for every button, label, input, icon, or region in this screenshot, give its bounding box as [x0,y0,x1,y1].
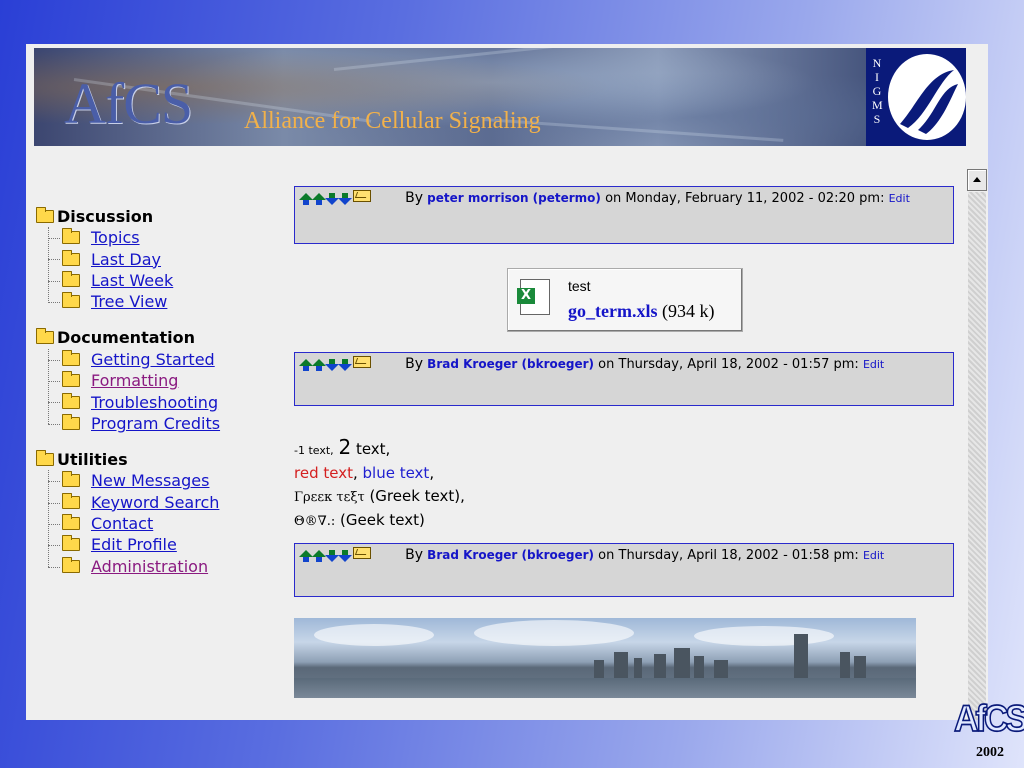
greek-text: Γρεεκ τεξτ [294,490,365,505]
envelope-icon[interactable] [353,355,371,368]
city-skyline-image [294,618,916,698]
nav-section-title: Discussion [57,206,154,226]
banner-title: Alliance for Cellular Signaling [244,108,541,134]
nav-link-last-week[interactable]: Last Week [91,271,173,290]
folder-icon [62,556,80,573]
on-label: on [598,548,615,563]
author-link[interactable]: peter morrison (petermo) [427,191,601,205]
folder-icon [62,471,80,488]
nigms-logo: N I G M S [866,48,966,146]
nav-section-title: Documentation [57,328,196,348]
folder-icon [62,371,80,388]
attachment-file-link[interactable]: go_term.xls [568,301,657,321]
scrollbar-up-arrow[interactable] [967,169,987,191]
nav-section-title: Utilities [57,449,128,469]
on-label: on [598,357,615,372]
attachment-name: test [568,278,591,294]
footer-year: 2002 [976,745,1004,760]
nav-link-program-credits[interactable]: Program Credits [91,414,220,433]
folder-icon [62,535,80,552]
folder-icon [36,206,54,223]
arrow-down-icon[interactable] [338,192,352,205]
author-link[interactable]: Brad Kroeger (bkroeger) [427,357,594,371]
geek-text: Θ®∇.: [294,514,336,529]
envelope-icon[interactable] [353,189,371,202]
author-link[interactable]: Brad Kroeger (bkroeger) [427,548,594,562]
nav-link-contact[interactable]: Contact [91,514,153,533]
arrow-up-icon[interactable] [299,549,313,562]
arrow-up-icon[interactable] [312,549,326,562]
nav-link-new-messages[interactable]: New Messages [91,471,209,490]
envelope-icon[interactable] [353,546,371,559]
message-nav-arrows[interactable] [299,355,371,371]
folder-icon [62,349,80,366]
by-label: By [405,547,424,563]
afcs-footer-logo: AfCS [953,697,1024,740]
nav-section-documentation: Documentation Getting Started Formatting… [36,327,220,435]
folder-icon [62,514,80,531]
nav-section-discussion: Discussion Topics Last Day Last Week Tre… [36,205,220,313]
edit-link[interactable]: Edit [863,549,884,562]
folder-icon [62,249,80,266]
on-label: on [605,191,622,206]
folder-icon [62,228,80,245]
blue-text: blue text [362,464,430,482]
nav-link-formatting[interactable]: Formatting [91,371,178,390]
message-header: By Brad Kroeger (bkroeger) on Thursday, … [294,543,954,597]
afcs-banner: AfCS Alliance for Cellular Signaling [34,48,866,146]
attachment-box: X test go_term.xls (934 k) [507,268,743,332]
by-label: By [405,356,424,372]
message-date: Thursday, April 18, 2002 - 01:58 pm: [618,548,859,563]
nav-link-topics[interactable]: Topics [91,228,140,247]
arrow-up-icon[interactable] [299,358,313,371]
arrow-up-icon[interactable] [312,358,326,371]
folder-icon [62,413,80,430]
nav-link-edit-profile[interactable]: Edit Profile [91,535,177,554]
folder-icon [62,292,80,309]
folder-icon [36,328,54,345]
nav-link-getting-started[interactable]: Getting Started [91,350,215,369]
arrow-down-icon[interactable] [325,549,339,562]
edit-link[interactable]: Edit [863,358,884,371]
sidebar-nav: Discussion Topics Last Day Last Week Tre… [36,205,220,577]
nav-section-utilities: Utilities New Messages Keyword Search Co… [36,448,220,577]
afcs-logo: AfCS [64,71,193,136]
folder-icon [62,492,80,509]
scrollbar-track[interactable] [968,192,986,720]
edit-link[interactable]: Edit [889,192,910,205]
folder-icon [62,270,80,287]
message-nav-arrows[interactable] [299,546,371,562]
folder-icon [36,449,54,466]
message-nav-arrows[interactable] [299,189,371,205]
folder-icon [62,392,80,409]
arrow-down-icon[interactable] [325,358,339,371]
by-label: By [405,190,424,206]
arrow-up-icon[interactable] [299,192,313,205]
arrow-down-icon[interactable] [338,358,352,371]
message-date: Monday, February 11, 2002 - 02:20 pm: [625,191,885,206]
nav-link-last-day[interactable]: Last Day [91,250,161,269]
arrow-down-icon[interactable] [338,549,352,562]
nav-link-tree-view[interactable]: Tree View [91,292,167,311]
excel-file-icon: X [517,279,550,315]
nav-link-keyword-search[interactable]: Keyword Search [91,493,219,512]
message-date: Thursday, April 18, 2002 - 01:57 pm: [618,357,859,372]
message-header: By Brad Kroeger (bkroeger) on Thursday, … [294,352,954,406]
arrow-up-icon[interactable] [312,192,326,205]
nav-link-administration[interactable]: Administration [91,557,208,576]
attachment-size: (934 k) [661,301,715,321]
message-header: By peter morrison (petermo) on Monday, F… [294,186,954,244]
arrow-down-icon[interactable] [325,192,339,205]
nav-link-troubleshooting[interactable]: Troubleshooting [91,393,218,412]
message-body: -1 text, 2 text, red text, blue text, Γρ… [294,435,465,530]
red-text: red text [294,464,353,482]
